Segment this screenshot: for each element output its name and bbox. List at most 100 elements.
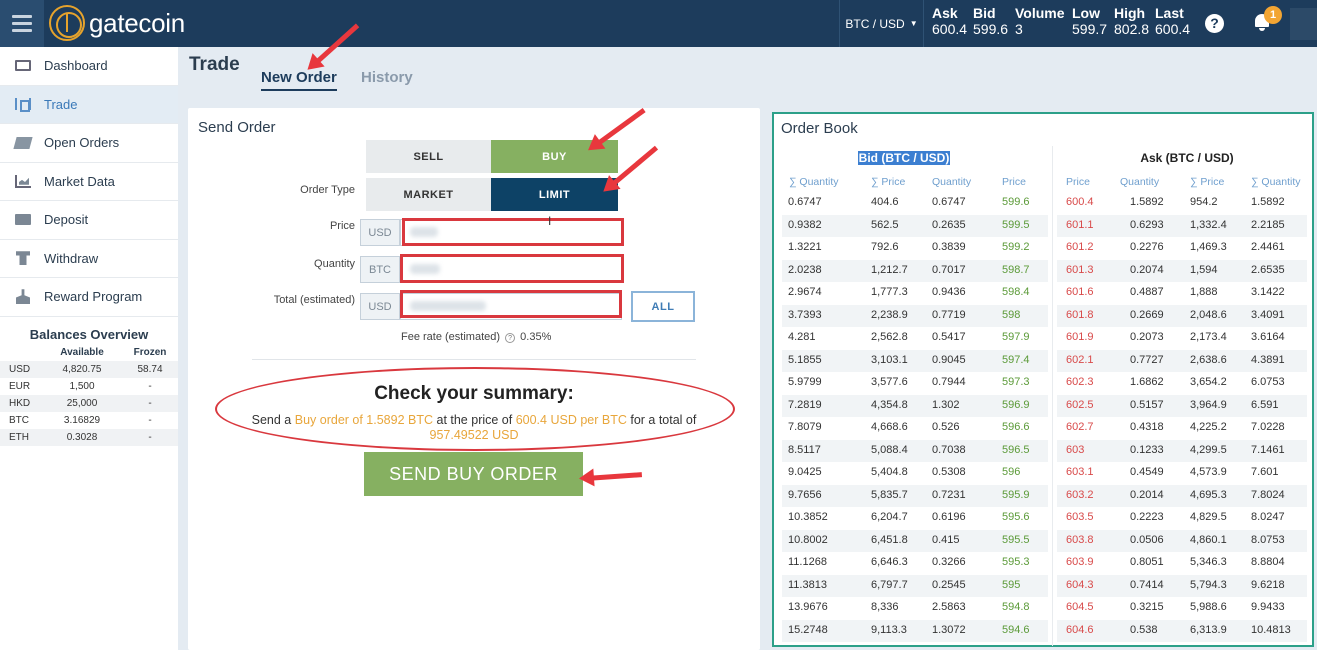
bid-sum-quantity[interactable]: 11.1268 [788, 556, 827, 568]
logo[interactable]: gatecoin [49, 5, 185, 41]
ask-quantity[interactable]: 0.3215 [1130, 601, 1164, 613]
bid-sum-quantity[interactable]: 2.0238 [788, 264, 822, 276]
ask-sum-price[interactable]: 4,299.5 [1190, 444, 1227, 456]
bid-quantity[interactable]: 0.6196 [932, 511, 966, 523]
bid-sum-price[interactable]: 4,354.8 [871, 399, 908, 411]
sidebar-item-trade[interactable]: Trade [0, 85, 178, 124]
bid-sum-quantity[interactable]: 0.6747 [788, 196, 822, 208]
ask-quantity[interactable]: 0.2223 [1130, 511, 1164, 523]
bid-sum-price[interactable]: 6,646.3 [871, 556, 908, 568]
ask-sum-price[interactable]: 6,313.9 [1190, 624, 1227, 636]
ask-sum-price[interactable]: 3,964.9 [1190, 399, 1227, 411]
bid-quantity[interactable]: 0.5308 [932, 466, 966, 478]
ask-sum-price[interactable]: 4,573.9 [1190, 466, 1227, 478]
ask-quantity[interactable]: 0.2669 [1130, 309, 1164, 321]
bid-quantity[interactable]: 0.2635 [932, 219, 966, 231]
ask-sum-quantity[interactable]: 2.6535 [1251, 264, 1285, 276]
ask-sum-quantity[interactable]: 2.2185 [1251, 219, 1285, 231]
ask-sum-price[interactable]: 1,888 [1190, 286, 1218, 298]
bid-sum-quantity[interactable]: 4.281 [788, 331, 816, 343]
bid-sum-price[interactable]: 792.6 [871, 241, 899, 253]
ask-sum-price[interactable]: 4,695.3 [1190, 489, 1227, 501]
sidebar-item-open-orders[interactable]: Open Orders [0, 124, 178, 163]
tab-new-order[interactable]: New Order [261, 69, 337, 91]
bid-quantity[interactable]: 2.5863 [932, 601, 966, 613]
bid-sum-quantity[interactable]: 9.7656 [788, 489, 822, 501]
bid-sum-price[interactable]: 3,577.6 [871, 376, 908, 388]
bid-sum-quantity[interactable]: 7.2819 [788, 399, 822, 411]
ask-sum-price[interactable]: 1,594 [1190, 264, 1218, 276]
ask-sum-quantity[interactable]: 6.591 [1251, 399, 1279, 411]
bid-quantity[interactable]: 0.3839 [932, 241, 966, 253]
ask-price[interactable]: 602.1 [1066, 354, 1094, 366]
ask-price[interactable]: 601.1 [1066, 219, 1094, 231]
bid-quantity[interactable]: 1.302 [932, 399, 960, 411]
ask-sum-quantity[interactable]: 8.0753 [1251, 534, 1285, 546]
ask-sum-price[interactable]: 2,173.4 [1190, 331, 1227, 343]
ask-price[interactable]: 604.3 [1066, 579, 1094, 591]
ask-price[interactable]: 603.1 [1066, 466, 1094, 478]
ask-quantity[interactable]: 1.6862 [1130, 376, 1164, 388]
ask-quantity[interactable]: 0.4887 [1130, 286, 1164, 298]
bid-price[interactable]: 598.7 [1002, 264, 1030, 276]
bid-price[interactable]: 599.2 [1002, 241, 1030, 253]
sidebar-item-reward-program[interactable]: Reward Program [0, 278, 178, 317]
ask-sum-price[interactable]: 1,469.3 [1190, 241, 1227, 253]
ask-sum-price[interactable]: 4,860.1 [1190, 534, 1227, 546]
ask-quantity[interactable]: 0.8051 [1130, 556, 1164, 568]
bid-sum-quantity[interactable]: 7.8079 [788, 421, 822, 433]
ask-sum-price[interactable]: 5,988.6 [1190, 601, 1227, 613]
ask-sum-quantity[interactable]: 8.0247 [1251, 511, 1285, 523]
bid-price[interactable]: 596.5 [1002, 444, 1030, 456]
bid-price[interactable]: 595.6 [1002, 511, 1030, 523]
all-button[interactable]: ALL [631, 291, 695, 322]
sidebar-item-dashboard[interactable]: Dashboard [0, 47, 178, 86]
ask-sum-price[interactable]: 1,332.4 [1190, 219, 1227, 231]
bid-sum-price[interactable]: 8,336 [871, 601, 899, 613]
bid-quantity[interactable]: 0.9436 [932, 286, 966, 298]
bid-sum-price[interactable]: 5,088.4 [871, 444, 908, 456]
ask-quantity[interactable]: 0.0506 [1130, 534, 1164, 546]
market-toggle[interactable]: MARKET [366, 178, 491, 211]
bid-quantity[interactable]: 0.7038 [932, 444, 966, 456]
bid-price[interactable]: 595.5 [1002, 534, 1030, 546]
bid-quantity[interactable]: 0.415 [932, 534, 960, 546]
ask-quantity[interactable]: 0.6293 [1130, 219, 1164, 231]
ask-price[interactable]: 601.2 [1066, 241, 1094, 253]
ask-price[interactable]: 604.6 [1066, 624, 1094, 636]
bid-sum-quantity[interactable]: 10.8002 [788, 534, 828, 546]
hamburger-menu-icon[interactable] [0, 0, 44, 47]
bid-quantity[interactable]: 0.6747 [932, 196, 966, 208]
bid-sum-price[interactable]: 3,103.1 [871, 354, 908, 366]
bid-price[interactable]: 596.6 [1002, 421, 1030, 433]
ask-price[interactable]: 603.8 [1066, 534, 1094, 546]
bid-sum-price[interactable]: 9,113.3 [871, 624, 907, 636]
ask-quantity[interactable]: 0.2276 [1130, 241, 1164, 253]
bid-price[interactable]: 599.5 [1002, 219, 1030, 231]
ask-sum-price[interactable]: 5,346.3 [1190, 556, 1227, 568]
ask-price[interactable]: 601.8 [1066, 309, 1094, 321]
bid-sum-price[interactable]: 5,404.8 [871, 466, 908, 478]
ask-sum-quantity[interactable]: 6.0753 [1251, 376, 1285, 388]
bid-sum-quantity[interactable]: 13.9676 [788, 601, 828, 613]
bid-sum-price[interactable]: 5,835.7 [871, 489, 908, 501]
ask-sum-quantity[interactable]: 10.4813 [1251, 624, 1291, 636]
ask-price[interactable]: 603 [1066, 444, 1084, 456]
ask-sum-quantity[interactable]: 7.1461 [1251, 444, 1285, 456]
bid-sum-quantity[interactable]: 8.5117 [788, 444, 821, 456]
pair-selector[interactable]: BTC / USD ▼ [839, 0, 924, 47]
bid-price[interactable]: 594.8 [1002, 601, 1030, 613]
help-icon[interactable]: ? [1205, 14, 1224, 33]
bid-sum-price[interactable]: 4,668.6 [871, 421, 908, 433]
ask-quantity[interactable]: 0.7414 [1130, 579, 1164, 591]
bid-quantity[interactable]: 0.2545 [932, 579, 966, 591]
bid-sum-quantity[interactable]: 11.3813 [788, 579, 827, 591]
bid-quantity[interactable]: 0.7944 [932, 376, 966, 388]
bid-price[interactable]: 594.6 [1002, 624, 1030, 636]
tab-history[interactable]: History [361, 69, 413, 86]
bid-sum-quantity[interactable]: 5.9799 [788, 376, 822, 388]
ask-quantity[interactable]: 0.2074 [1130, 264, 1164, 276]
bid-price[interactable]: 596 [1002, 466, 1020, 478]
ask-sum-quantity[interactable]: 8.8804 [1251, 556, 1285, 568]
ask-sum-quantity[interactable]: 2.4461 [1251, 241, 1285, 253]
